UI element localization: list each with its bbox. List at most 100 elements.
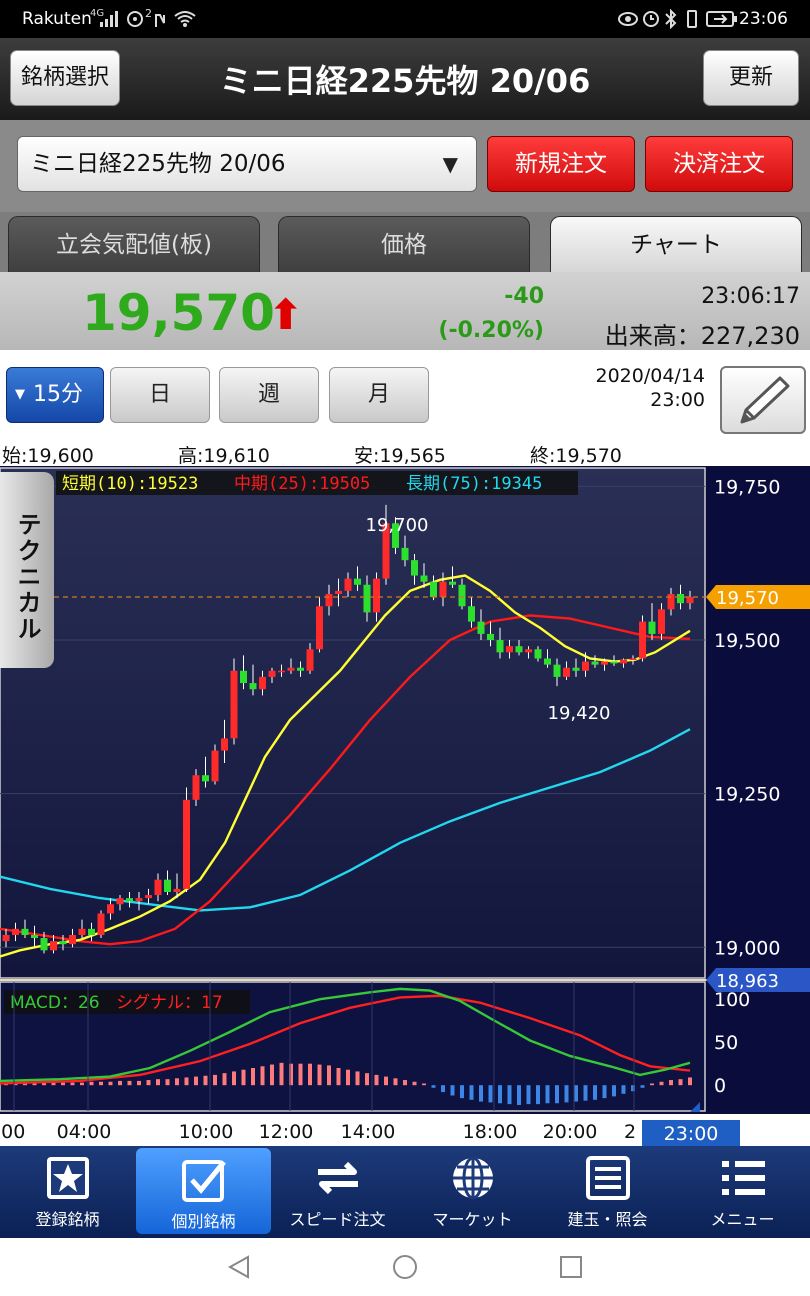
candle-body — [21, 928, 29, 935]
period-day-button[interactable]: 日 — [110, 367, 210, 423]
lower-price-tag-label: 18,963 — [716, 971, 779, 992]
macd-hist-bar — [536, 1085, 540, 1105]
home-icon[interactable] — [392, 1254, 418, 1280]
macd-hist-bar — [365, 1073, 369, 1086]
hotspot-icon — [127, 11, 143, 27]
macd-hist-bar — [621, 1085, 626, 1094]
candle-body — [686, 597, 694, 604]
candle-body — [667, 593, 675, 610]
tab-chart[interactable]: チャート — [550, 216, 802, 272]
settle-order-button[interactable]: 決済注文 — [645, 136, 793, 192]
pencil-icon — [740, 376, 790, 424]
nav-positions[interactable]: 建玉・照会 — [540, 1146, 675, 1238]
macd-hist-bar — [450, 1085, 455, 1096]
candle-body — [221, 738, 228, 751]
period-week-button[interactable]: 週 — [219, 367, 319, 423]
candle-body — [230, 670, 238, 739]
signal-icon — [100, 11, 118, 27]
macd-hist-bar — [336, 1068, 341, 1086]
candle-body — [648, 621, 656, 634]
macd-hist-bar — [488, 1085, 493, 1103]
candle-body — [69, 934, 76, 945]
chart-date: 2020/04/14 — [595, 365, 705, 387]
nav-positions-label: 建玉・照会 — [567, 1210, 648, 1229]
candle-body — [496, 640, 504, 653]
ohlc-close: 終:19,570 — [530, 445, 622, 467]
x-tick-label: 04:00 — [57, 1121, 112, 1143]
nav-speed-order[interactable]: スピード注文 — [270, 1146, 405, 1238]
candle-body — [420, 575, 428, 582]
macd-hist-bar — [260, 1066, 265, 1086]
macd-hist-bar — [298, 1063, 303, 1086]
chart-time: 23:00 — [650, 389, 705, 411]
macd-hist-bar — [384, 1076, 388, 1086]
draw-button[interactable] — [720, 366, 806, 434]
macd-hist-bar — [184, 1077, 189, 1086]
candle-body — [116, 898, 124, 905]
nav-menu[interactable]: メニュー — [675, 1146, 810, 1238]
back-icon[interactable] — [226, 1254, 252, 1280]
tab-bar: 立会気配値(板) 価格 チャート — [0, 212, 810, 272]
product-dropdown[interactable]: ミニ日経225先物 20/06 ▼ — [17, 136, 477, 192]
tab-price[interactable]: 価格 — [278, 216, 530, 272]
refresh-button[interactable]: 更新 — [703, 50, 799, 106]
nav-market[interactable]: マーケット — [405, 1146, 540, 1238]
select-symbol-button[interactable]: 銘柄選択 — [10, 50, 120, 106]
nav-watchlist[interactable]: 登録銘柄 — [0, 1146, 135, 1238]
candle-body — [50, 941, 57, 951]
price-summary: 19,570 ⬆ -40 (-0.20%) 23:06:17 出来高：227,2… — [0, 272, 810, 350]
tab-order-book[interactable]: 立会気配値(板) — [8, 216, 260, 272]
period-15min-button[interactable]: ▼ 15分 — [6, 367, 104, 423]
candle-body — [582, 661, 589, 671]
nav-menu-label: メニュー — [710, 1210, 775, 1229]
period-selector: ▼ 15分 日 週 月 2020/04/14 23:00 — [0, 350, 810, 438]
macd-hist-bar — [431, 1085, 436, 1088]
technical-tab[interactable]: テクニカル — [0, 472, 54, 668]
candle-body — [363, 584, 371, 613]
eye-icon — [618, 12, 638, 26]
high-annotation: 19,700 — [366, 515, 429, 536]
candle-body — [88, 928, 95, 935]
candle-body — [173, 888, 181, 892]
macd-hist-bar — [441, 1085, 445, 1093]
chart-canvas[interactable]: 19,750 19,500 19,250 19,000 100 50 0 19,570 18,9… — [0, 466, 810, 1146]
x-tick-label: 18:00 — [463, 1121, 518, 1143]
macd-hist-bar — [526, 1085, 531, 1105]
nav-individual[interactable]: 個別銘柄 — [136, 1148, 271, 1234]
price-chart[interactable]: 19,750 19,500 19,250 19,000 100 50 0 19,570 18,9… — [0, 466, 810, 1146]
macd-hist-bar — [194, 1076, 198, 1086]
macd-hist-bar — [517, 1085, 521, 1105]
x-tick-label: 10:00 — [179, 1121, 234, 1143]
candle-body — [373, 578, 380, 613]
macd-hist-bar — [479, 1085, 483, 1102]
macd-hist-bar — [583, 1085, 588, 1101]
macd-hist-bar — [640, 1085, 645, 1088]
candle-body — [401, 547, 409, 561]
dropdown-triangle-icon: ▼ — [15, 387, 25, 402]
y-tick-label: 19,250 — [714, 784, 780, 806]
candle-body — [601, 661, 608, 665]
recents-icon[interactable] — [558, 1254, 584, 1280]
vibrate-icon — [687, 10, 697, 28]
macd-hist-bar — [403, 1080, 407, 1086]
macd-hist-bar — [108, 1081, 113, 1086]
new-order-button[interactable]: 新規注文 — [487, 136, 635, 192]
macd-hist-bar — [393, 1078, 398, 1086]
price-time: 23:06:17 — [701, 284, 800, 309]
arrow-up-icon: ⬆ — [268, 290, 304, 339]
candle-body — [40, 938, 48, 951]
candle-body — [563, 667, 570, 677]
macd-hist-bar — [241, 1069, 246, 1086]
period-month-button[interactable]: 月 — [329, 367, 429, 423]
checkbox-icon — [182, 1160, 226, 1202]
y-tick-label: 19,500 — [714, 630, 780, 652]
candle-body — [126, 898, 133, 902]
bluetooth-icon — [665, 9, 677, 29]
nav-individual-label: 個別銘柄 — [171, 1212, 236, 1231]
candle-body — [325, 593, 333, 607]
candle-body — [620, 659, 627, 664]
macd-hist-bar — [61, 1082, 65, 1086]
macd-hist-bar — [137, 1080, 141, 1086]
signal-legend-item: シグナル：17 — [116, 993, 223, 1013]
macd-hist-bar — [146, 1080, 151, 1086]
